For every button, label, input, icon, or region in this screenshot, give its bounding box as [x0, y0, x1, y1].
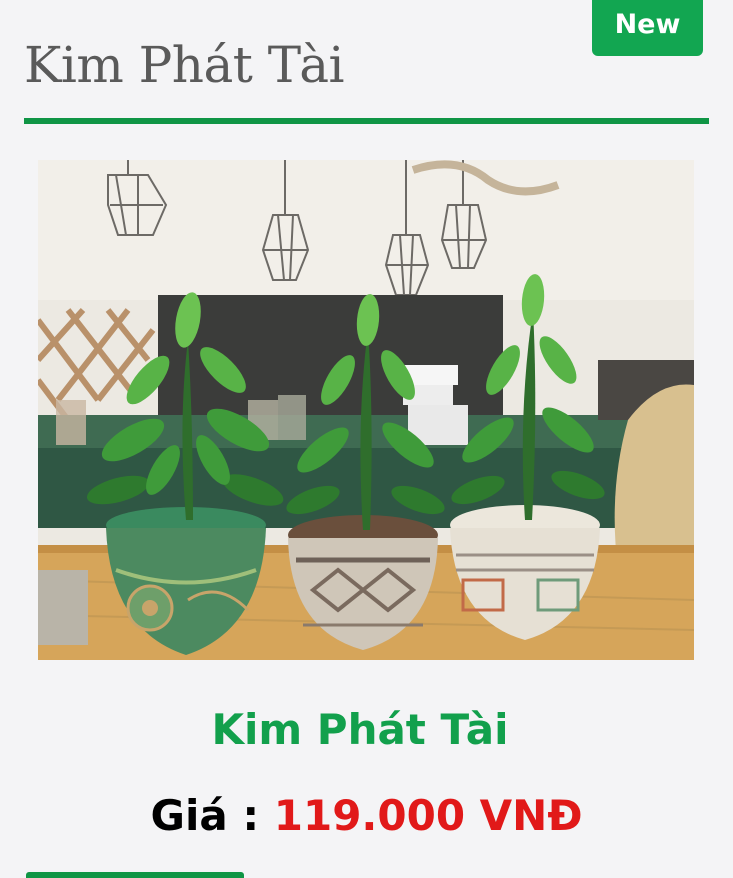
plant-pots-illustration: [38, 160, 694, 660]
price-line: Giá : 119.000 VNĐ: [0, 786, 733, 846]
product-name[interactable]: Kim Phát Tài: [0, 700, 720, 760]
page-title: Kim Phát Tài: [24, 36, 345, 94]
title-divider: [24, 118, 709, 124]
product-card: Kim Phát Tài New Kim Phát Tài Giá: 119.…: [0, 0, 733, 878]
price-label: Giá :: [150, 791, 274, 840]
new-badge: New: [592, 0, 703, 56]
price-value: 119.000 VNĐ: [273, 791, 583, 840]
product-photo[interactable]: [38, 160, 694, 660]
bottom-accent-bar: [26, 872, 244, 878]
